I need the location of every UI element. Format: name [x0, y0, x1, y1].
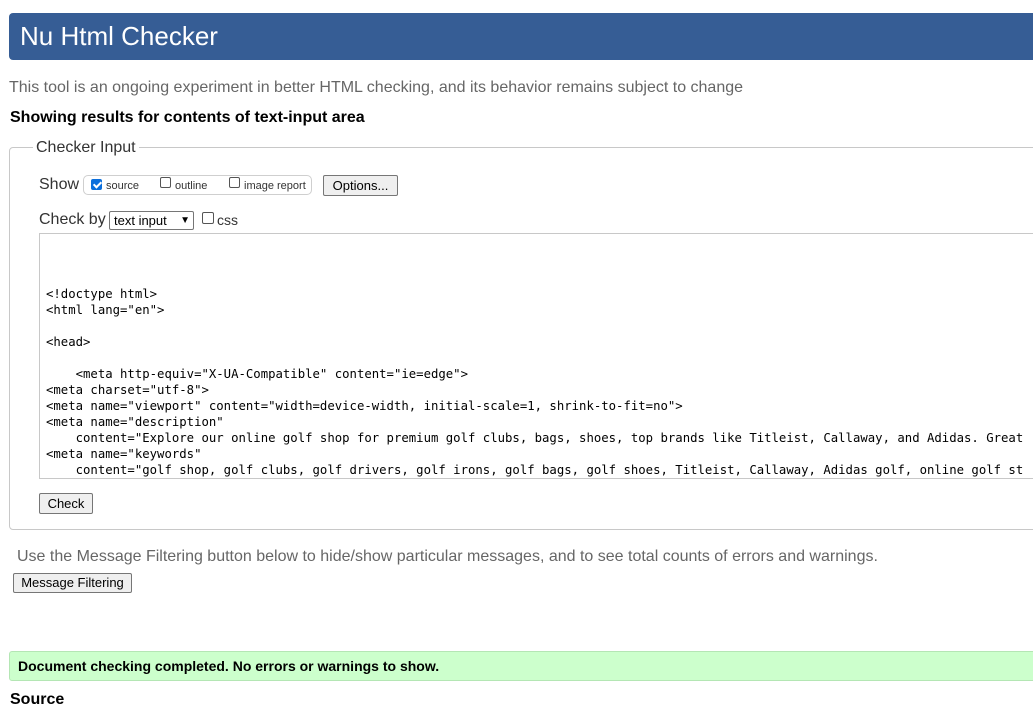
- check-by-select[interactable]: text input ▼: [109, 211, 194, 230]
- source-textarea-content: <!doctype html> <html lang="en"> <head> …: [46, 287, 1024, 477]
- intro-text: This tool is an ongoing experiment in be…: [9, 79, 744, 96]
- css-checkbox-label[interactable]: css: [217, 211, 238, 229]
- source-heading: Source: [10, 691, 65, 708]
- image-report-checkbox-label[interactable]: image report: [244, 179, 306, 193]
- success-message: Document checking completed. No errors o…: [18, 658, 440, 674]
- message-filtering-note: Use the Message Filtering button below t…: [17, 548, 878, 565]
- source-textarea[interactable]: <!doctype html> <html lang="en"> <head> …: [39, 233, 1033, 479]
- check-button[interactable]: Check: [39, 493, 93, 514]
- source-checkbox-label[interactable]: source: [106, 179, 139, 193]
- outline-checkbox[interactable]: [160, 177, 171, 188]
- success-message-box: Document checking completed. No errors o…: [9, 651, 1033, 681]
- checker-input-legend: Checker Input: [33, 138, 139, 158]
- message-filtering-button[interactable]: Message Filtering: [13, 573, 132, 593]
- options-button[interactable]: Options...: [323, 175, 398, 196]
- page-header: Nu Html Checker: [9, 13, 1033, 60]
- css-checkbox[interactable]: [202, 212, 214, 224]
- source-checkbox[interactable]: [91, 179, 102, 190]
- show-label: Show: [39, 176, 80, 193]
- check-by-label: Check by: [39, 211, 106, 228]
- check-by-select-value: text input: [114, 213, 167, 228]
- page-title: Nu Html Checker: [20, 21, 218, 51]
- outline-checkbox-label[interactable]: outline: [175, 179, 207, 193]
- results-heading: Showing results for contents of text-inp…: [10, 109, 365, 126]
- show-options-group: source outline image report: [83, 175, 312, 195]
- chevron-down-icon: ▼: [180, 215, 190, 226]
- image-report-checkbox[interactable]: [229, 177, 240, 188]
